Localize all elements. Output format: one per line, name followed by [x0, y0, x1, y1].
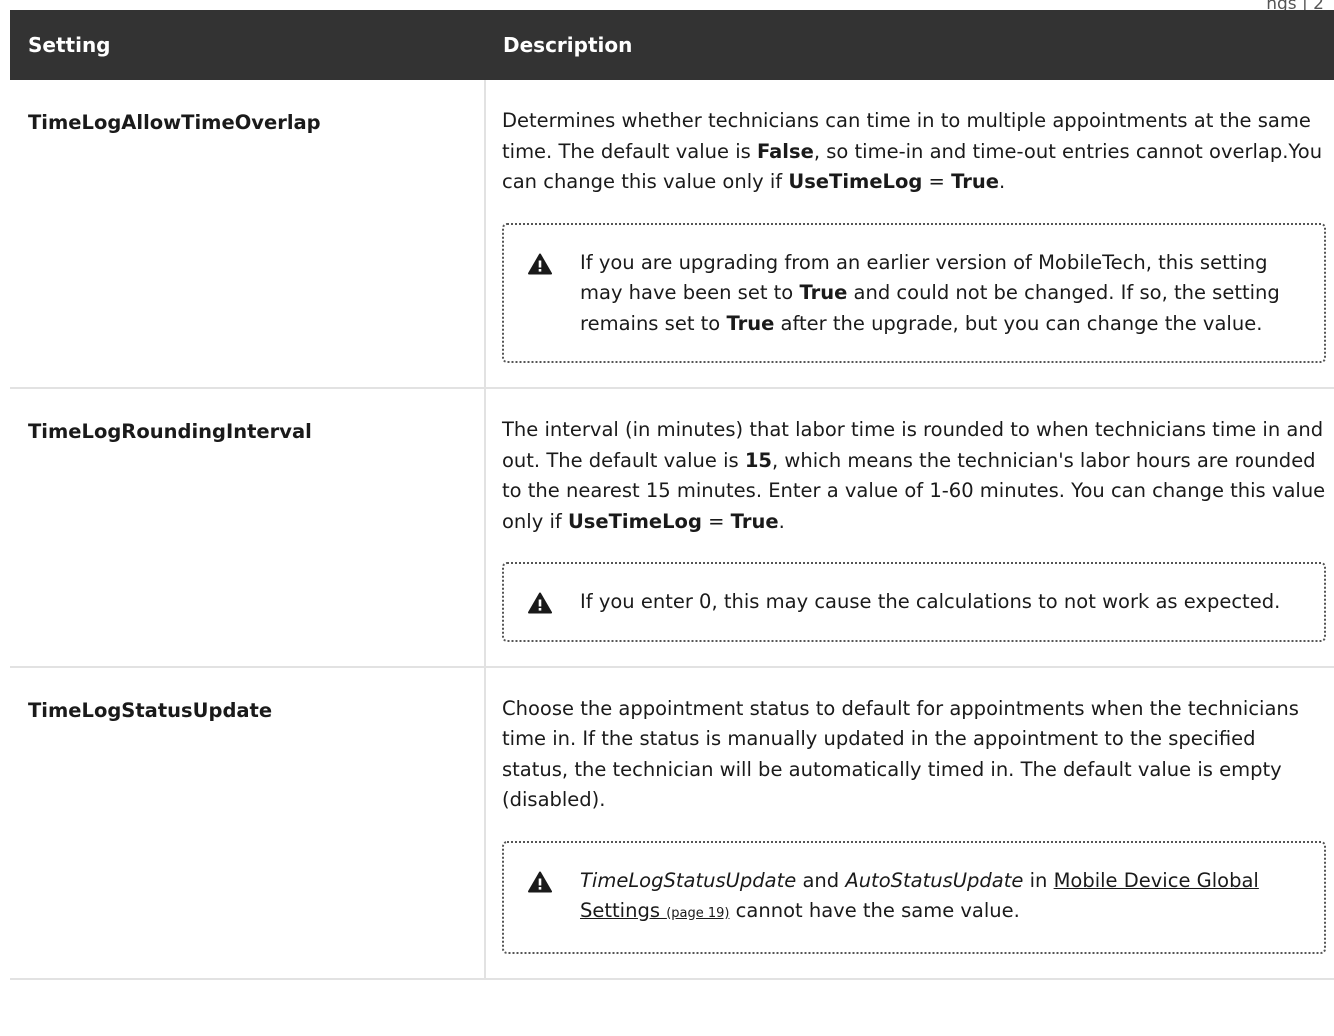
warning-icon: [528, 871, 552, 892]
description-cell: Choose the appointment status to default…: [485, 666, 1334, 980]
column-header-description: Description: [485, 10, 1334, 80]
warning-icon: [528, 592, 552, 614]
warning-note-text: If you enter 0, this may cause the calcu…: [580, 590, 1281, 613]
description-text: Determines whether technicians can time …: [502, 109, 1323, 193]
description-cell: Determines whether technicians can time …: [485, 80, 1334, 389]
setting-name: TimeLogRoundingInterval: [10, 388, 486, 668]
table-row: TimeLogStatusUpdate Choose the appointme…: [10, 666, 1334, 980]
warning-note: TimeLogStatusUpdate and AutoStatusUpdate…: [502, 840, 1326, 954]
warning-note: If you are upgrading from an earlier ver…: [502, 222, 1326, 363]
warning-note: If you enter 0, this may cause the calcu…: [502, 562, 1326, 642]
settings-table: Setting Description TimeLogAllowTimeOver…: [10, 10, 1334, 980]
description-cell: The interval (in minutes) that labor tim…: [485, 388, 1334, 668]
warning-note-text: If you are upgrading from an earlier ver…: [580, 250, 1280, 335]
table-header-row: Setting Description: [10, 10, 1334, 80]
setting-name: TimeLogAllowTimeOverlap: [10, 80, 486, 389]
warning-note-text: TimeLogStatusUpdate and AutoStatusUpdate…: [580, 868, 1259, 923]
setting-name: TimeLogStatusUpdate: [10, 666, 486, 980]
column-header-setting: Setting: [10, 10, 485, 80]
description-text: The interval (in minutes) that labor tim…: [502, 418, 1326, 533]
warning-icon: [528, 253, 552, 274]
table-row: TimeLogRoundingInterval The interval (in…: [10, 388, 1334, 668]
description-text: Choose the appointment status to default…: [502, 696, 1299, 812]
page-reference: (page 19): [666, 906, 730, 921]
table-row: TimeLogAllowTimeOverlap Determines wheth…: [10, 80, 1334, 389]
